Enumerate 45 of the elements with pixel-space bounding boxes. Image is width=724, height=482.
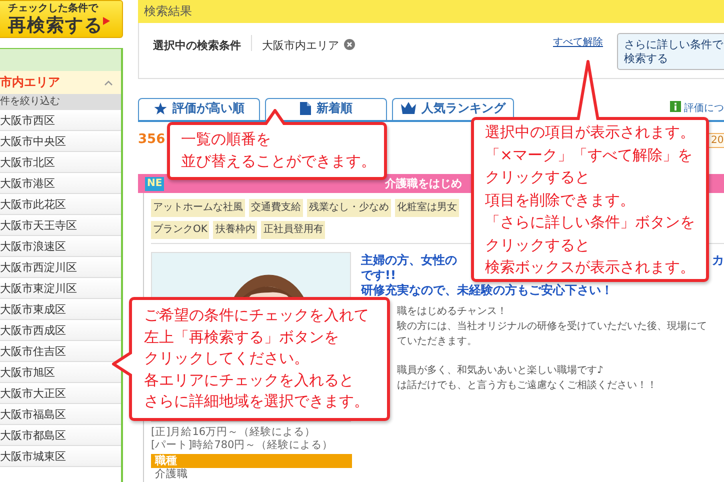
feature-tag: 残業なし・少なめ: [307, 199, 391, 217]
sort-tab[interactable]: 評価が高い順: [138, 98, 260, 120]
condition-text: 大阪市内エリア: [262, 38, 339, 53]
conditions-label: 選択中の検索条件: [153, 38, 241, 53]
callout-pointer: [577, 60, 599, 120]
job-heading[interactable]: 主婦の方、女性の: [361, 253, 457, 268]
description-text: 験の方には、当社オリジナルの研修を受けていただいた後、現場にて: [397, 320, 708, 334]
star-icon: [154, 102, 166, 114]
salary-text: [正]月給16万円～（経験による）: [151, 426, 317, 439]
callout-pointer: [264, 109, 286, 125]
close-icon[interactable]: [344, 39, 355, 50]
section-title: 検索結果: [138, 0, 724, 23]
info-icon: [670, 101, 681, 112]
triangle-icon: [103, 17, 110, 25]
description-text: ていただきます。: [397, 335, 478, 349]
description-text: 職員が多く、和気あいあいと楽しい職場です♪: [397, 364, 604, 378]
feature-tag: 化粧室は男女: [395, 199, 459, 217]
job-heading[interactable]: 研修充実なので、未経験の方もご安心下さい！: [361, 283, 724, 298]
callout-pointer: [112, 351, 132, 377]
detail-search-button[interactable]: さらに詳しい条件で 検索する: [617, 33, 724, 70]
area-header[interactable]: 市内エリア: [0, 71, 121, 94]
result-count: 356: [138, 132, 166, 147]
callout-tooltip: 一覧の順番を 並び替えることができます。: [167, 122, 387, 180]
job-heading[interactable]: カ: [712, 253, 724, 268]
document-icon: [300, 102, 310, 114]
job-type-value: 介護職: [154, 468, 189, 481]
feature-tag: 交通費支給: [249, 199, 303, 217]
new-badge: NE: [145, 176, 164, 190]
clear-all-link[interactable]: すべて解除: [553, 35, 603, 49]
feature-tag: 扶養枠内: [213, 221, 258, 239]
feature-tag: ブランクOK: [151, 221, 210, 239]
area-title: 市内エリア: [0, 74, 60, 91]
feature-tag: アットホームな社風: [151, 199, 245, 217]
callout-tooltip: 選択中の項目が表示されます。 「×マーク」「すべて解除」を クリックすると 項目を削除できます。 「さらに詳しい条件」ボタンを クリックすると 検索ボックスが表示されます。: [471, 117, 709, 282]
feature-tag: 正社員登用有: [261, 221, 326, 239]
crown-icon: [400, 102, 416, 114]
salary-text: [パート]時給780円～（経験による）: [151, 439, 334, 452]
rating-info-link[interactable]: 評価につ: [684, 101, 724, 115]
filter-label: 件を絞り込む: [0, 94, 121, 110]
sort-tab[interactable]: 人気ランキング: [392, 98, 514, 120]
description-text: 職をはじめるチャンス！: [397, 304, 508, 319]
description-text: は話だけでも、と言う方もご遠慮なくご相談ください！！: [397, 378, 658, 393]
callout-tooltip: ご希望の条件にチェックを入れて 左上「再検索する」ボタンを クリックしてください。 各エリアにチェックを入れると さらに詳細地域を選択できます。: [129, 297, 390, 421]
job-type-label: 職種: [151, 454, 352, 468]
research-button[interactable]: チェックした条件で 再検索する: [0, 0, 123, 38]
